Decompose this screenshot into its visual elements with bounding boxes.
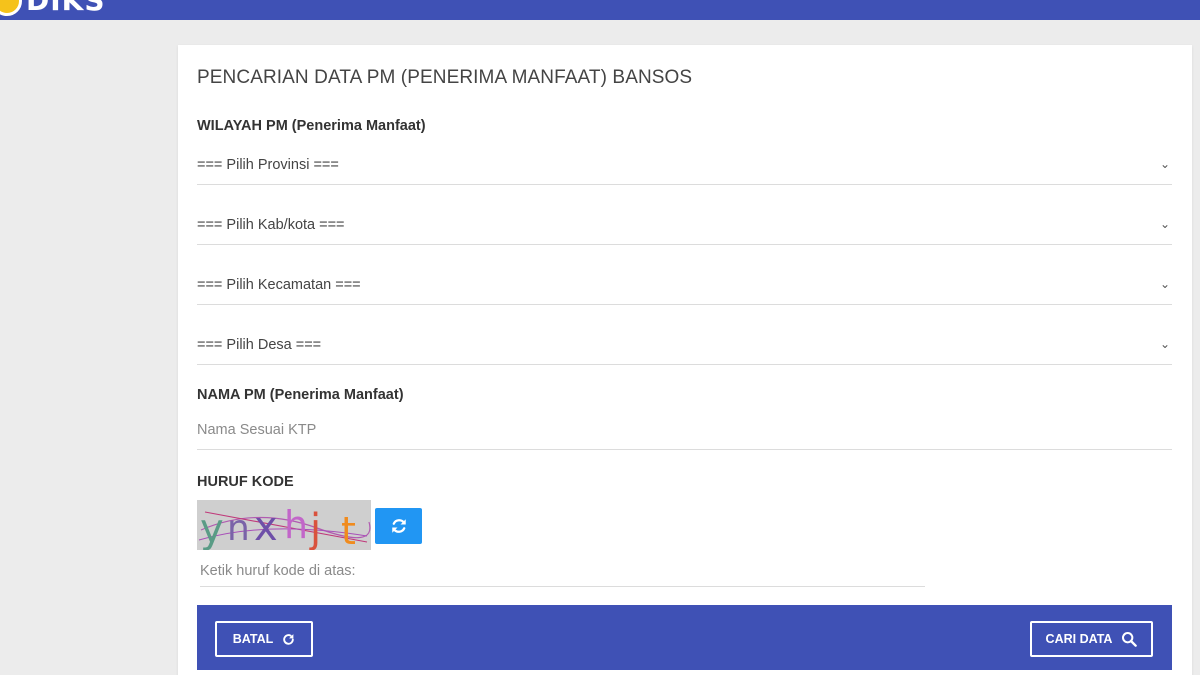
svg-text:t: t (341, 509, 356, 550)
search-form-card: PENCARIAN DATA PM (PENERIMA MANFAAT) BAN… (178, 45, 1192, 675)
page-title: PENCARIAN DATA PM (PENERIMA MANFAAT) BAN… (197, 67, 693, 88)
captcha-graphic: y n x h j t (197, 500, 371, 550)
cari-data-button[interactable]: CARI DATA (1030, 621, 1153, 657)
chevron-down-icon: ⌄ (1159, 217, 1170, 231)
logo-emblem-icon (0, 0, 22, 16)
refresh-icon (391, 519, 406, 533)
batal-button[interactable]: BATAL (215, 621, 313, 657)
nama-input[interactable] (197, 410, 1172, 450)
svg-text:n: n (227, 508, 250, 549)
kecamatan-select-value: === Pilih Kecamatan === (197, 277, 361, 293)
svg-text:y: y (200, 506, 224, 550)
logo-text: DIKS (26, 0, 106, 17)
kecamatan-select[interactable]: === Pilih Kecamatan === ⌄ (197, 269, 1172, 305)
wilayah-section-label: WILAYAH PM (Penerima Manfaat) (197, 118, 426, 134)
provinsi-select[interactable]: === Pilih Provinsi === ⌄ (197, 149, 1172, 185)
site-logo[interactable]: DIKS (0, 0, 106, 16)
svg-text:x: x (254, 504, 278, 550)
chevron-down-icon: ⌄ (1159, 337, 1170, 351)
captcha-image: y n x h j t (197, 500, 371, 550)
provinsi-select-value: === Pilih Provinsi === (197, 157, 339, 173)
cari-data-button-label: CARI DATA (1045, 632, 1113, 646)
desa-select-value: === Pilih Desa === (197, 337, 322, 353)
chevron-down-icon: ⌄ (1159, 157, 1170, 171)
nama-section-label: NAMA PM (Penerima Manfaat) (197, 387, 404, 403)
kode-section-label: HURUF KODE (197, 474, 294, 490)
form-action-bar: BATAL CARI DATA (197, 605, 1172, 670)
captcha-code-input[interactable] (200, 555, 925, 587)
svg-text:j: j (309, 506, 321, 550)
batal-button-label: BATAL (232, 632, 274, 646)
kabkota-select-value: === Pilih Kab/kota === (197, 217, 345, 233)
reset-icon (283, 633, 295, 645)
refresh-captcha-button[interactable] (375, 508, 422, 544)
top-navbar: DIKS (0, 0, 1200, 20)
chevron-down-icon: ⌄ (1159, 277, 1170, 291)
desa-select[interactable]: === Pilih Desa === ⌄ (197, 329, 1172, 365)
svg-text:h: h (284, 503, 308, 547)
search-icon (1122, 632, 1138, 647)
kabkota-select[interactable]: === Pilih Kab/kota === ⌄ (197, 209, 1172, 245)
